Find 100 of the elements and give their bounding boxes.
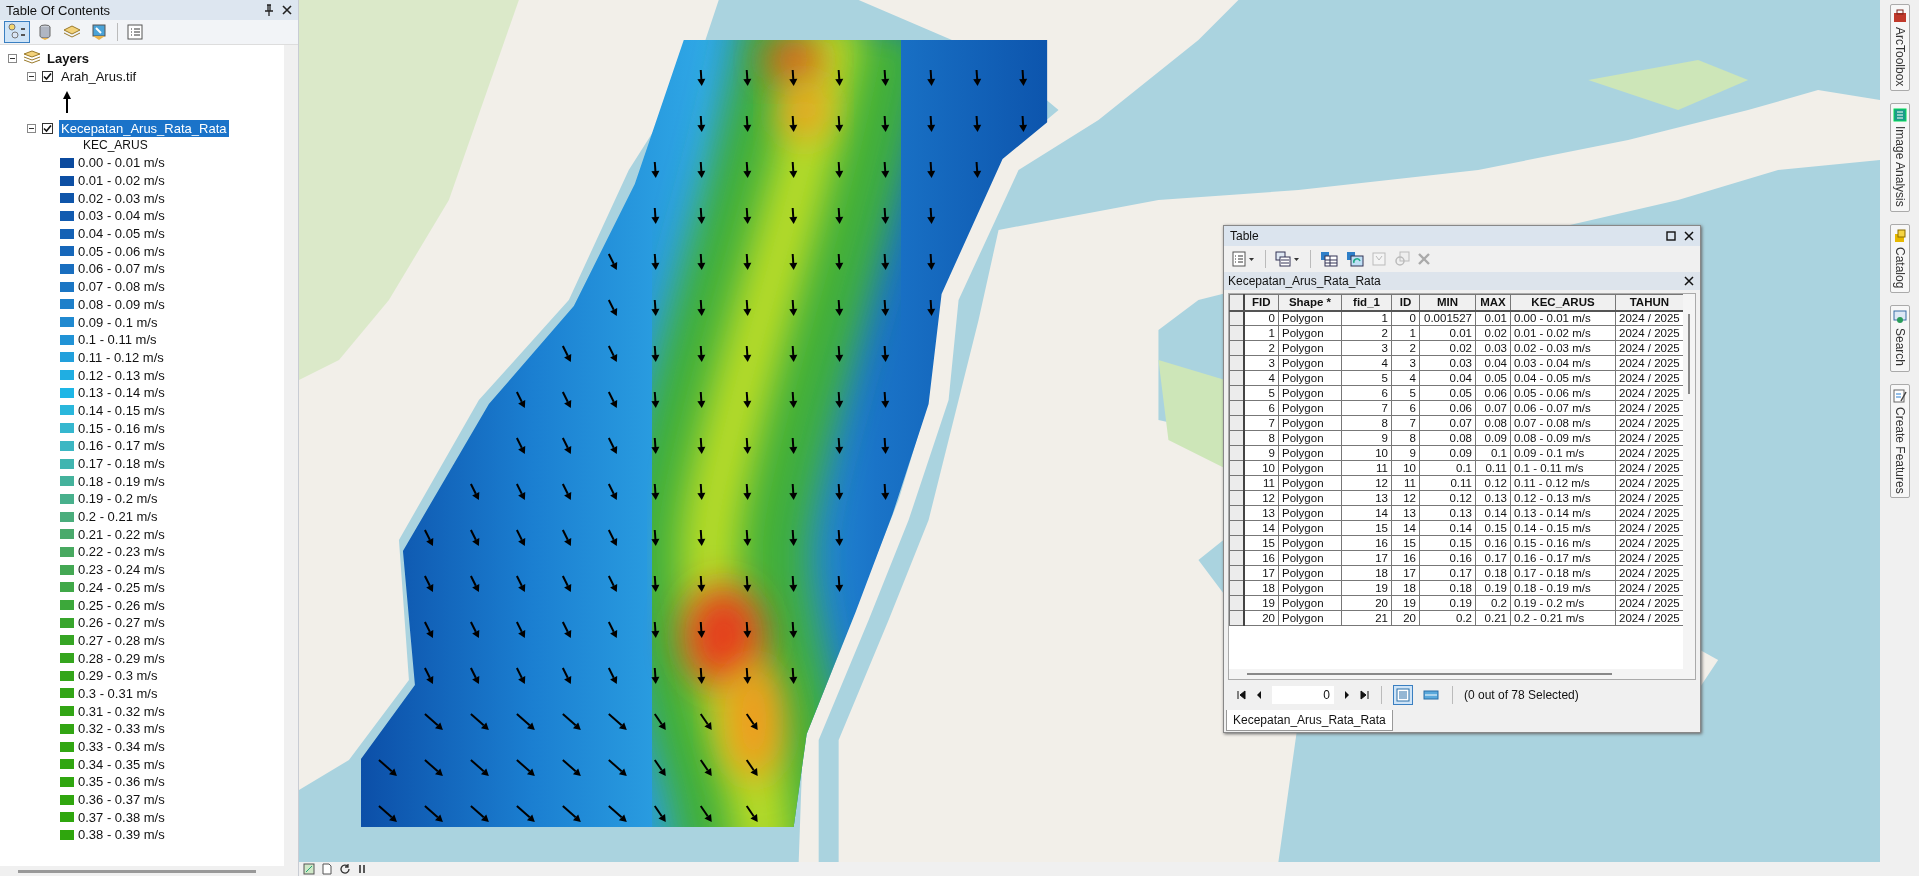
scrollbar-thumb[interactable]	[1247, 673, 1612, 675]
row-selector[interactable]	[1229, 490, 1244, 506]
column-header[interactable]: fid_1	[1341, 294, 1392, 311]
legend-swatch[interactable]	[60, 476, 74, 487]
layer-name[interactable]: Arah_Arus.tif	[59, 67, 139, 85]
record-field[interactable]: 0	[1272, 686, 1334, 704]
scrollbar-thumb[interactable]	[1688, 314, 1690, 394]
legend-swatch[interactable]	[60, 193, 74, 204]
legend-swatch[interactable]	[60, 688, 74, 699]
column-header[interactable]: FID	[1243, 294, 1279, 311]
flow-arrow-icon	[973, 161, 982, 178]
pause-icon[interactable]	[357, 863, 367, 875]
row-selector[interactable]	[1229, 310, 1244, 326]
collapse-icon[interactable]	[8, 53, 17, 63]
legend-swatch[interactable]	[60, 582, 74, 593]
column-header[interactable]: MIN	[1419, 294, 1476, 311]
select-by-attributes-icon[interactable]	[1318, 249, 1340, 269]
legend-swatch[interactable]	[60, 617, 74, 628]
legend-swatch[interactable]	[60, 299, 74, 310]
column-header[interactable]: Shape *	[1278, 294, 1342, 311]
switch-selection-icon[interactable]	[1344, 249, 1366, 269]
dock-tab[interactable]: Image Analysis	[1889, 103, 1910, 213]
legend-swatch[interactable]	[60, 829, 74, 840]
legend-swatch[interactable]	[60, 352, 74, 363]
close-icon[interactable]	[1684, 276, 1694, 286]
legend-swatch[interactable]	[60, 741, 74, 752]
legend-swatch[interactable]	[60, 564, 74, 575]
legend-swatch[interactable]	[60, 600, 74, 611]
pin-icon[interactable]	[264, 4, 274, 16]
list-by-drawing-order-button[interactable]	[4, 21, 30, 43]
legend-swatch[interactable]	[60, 157, 74, 168]
dock-tab[interactable]: Catalog	[1889, 224, 1910, 294]
layer-name[interactable]: Kecepatan_Arus_Rata_Rata	[59, 119, 229, 137]
table-tab[interactable]: Kecepatan_Arus_Rata_Rata	[1226, 710, 1393, 731]
layer-group-label[interactable]: Layers	[47, 50, 89, 66]
legend-swatch[interactable]	[60, 210, 74, 221]
dock-tab[interactable]: Create Features	[1889, 383, 1910, 499]
layer-checkbox[interactable]	[42, 70, 53, 82]
dock-tab[interactable]: ArcToolbox	[1889, 4, 1910, 92]
legend-swatch[interactable]	[60, 370, 74, 381]
last-record-icon[interactable]	[1360, 690, 1370, 700]
row-selector[interactable]	[1229, 400, 1244, 416]
legend-swatch[interactable]	[60, 653, 74, 664]
row-selector[interactable]	[1229, 460, 1244, 476]
legend-swatch[interactable]	[60, 405, 74, 416]
legend-swatch[interactable]	[60, 175, 74, 186]
legend-swatch[interactable]	[60, 423, 74, 434]
row-selector[interactable]	[1229, 340, 1244, 356]
flow-arrow-icon	[377, 759, 397, 776]
legend-swatch[interactable]	[60, 334, 74, 345]
row-selector[interactable]	[1229, 580, 1244, 596]
legend-swatch[interactable]	[60, 635, 74, 646]
column-header[interactable]: ID	[1391, 294, 1420, 311]
legend-swatch[interactable]	[60, 546, 74, 557]
legend-swatch[interactable]	[60, 387, 74, 398]
collapse-icon[interactable]	[27, 123, 36, 133]
legend-swatch[interactable]	[60, 511, 74, 522]
scrollbar-thumb[interactable]	[18, 870, 256, 873]
legend-swatch[interactable]	[60, 794, 74, 805]
close-icon[interactable]	[282, 5, 292, 15]
next-record-icon[interactable]	[1342, 690, 1352, 700]
layout-view-icon[interactable]	[303, 863, 315, 875]
column-header[interactable]: KEC_ARUS	[1510, 294, 1616, 311]
column-header[interactable]: TAHUN	[1615, 294, 1684, 311]
legend-swatch[interactable]	[60, 529, 74, 540]
row-selector-header[interactable]	[1229, 294, 1244, 311]
row-selector[interactable]	[1229, 370, 1244, 386]
legend-swatch[interactable]	[60, 723, 74, 734]
maximize-icon[interactable]	[1666, 231, 1676, 241]
legend-swatch[interactable]	[60, 670, 74, 681]
column-header[interactable]: MAX	[1475, 294, 1511, 311]
show-all-records-button[interactable]	[1393, 685, 1413, 705]
row-selector[interactable]	[1229, 430, 1244, 446]
legend-swatch[interactable]	[60, 759, 74, 770]
table-cell: 5	[1391, 385, 1420, 401]
legend-swatch[interactable]	[60, 493, 74, 504]
legend-swatch[interactable]	[60, 246, 74, 257]
legend-swatch[interactable]	[60, 812, 74, 823]
row-selector[interactable]	[1229, 520, 1244, 536]
legend-swatch[interactable]	[60, 706, 74, 717]
legend-swatch[interactable]	[60, 281, 74, 292]
row-selector[interactable]	[1229, 550, 1244, 566]
refresh-icon[interactable]	[339, 863, 351, 875]
flow-arrow-icon	[697, 529, 706, 546]
legend-swatch[interactable]	[60, 317, 74, 328]
options-icon[interactable]	[125, 22, 145, 42]
flow-arrow-icon	[561, 345, 572, 362]
first-record-icon[interactable]	[1236, 690, 1246, 700]
page-icon[interactable]	[321, 863, 333, 875]
legend-swatch[interactable]	[60, 776, 74, 787]
window-icon	[1892, 310, 1907, 325]
close-icon[interactable]	[1684, 231, 1694, 241]
dock-tab[interactable]: Search	[1889, 305, 1910, 372]
layer-checkbox[interactable]	[42, 122, 53, 134]
legend-swatch[interactable]	[60, 440, 74, 451]
legend-swatch[interactable]	[60, 458, 74, 469]
legend-swatch[interactable]	[60, 263, 74, 274]
show-selected-records-button[interactable]	[1421, 687, 1441, 703]
legend-swatch[interactable]	[60, 228, 74, 239]
collapse-icon[interactable]	[27, 71, 36, 81]
